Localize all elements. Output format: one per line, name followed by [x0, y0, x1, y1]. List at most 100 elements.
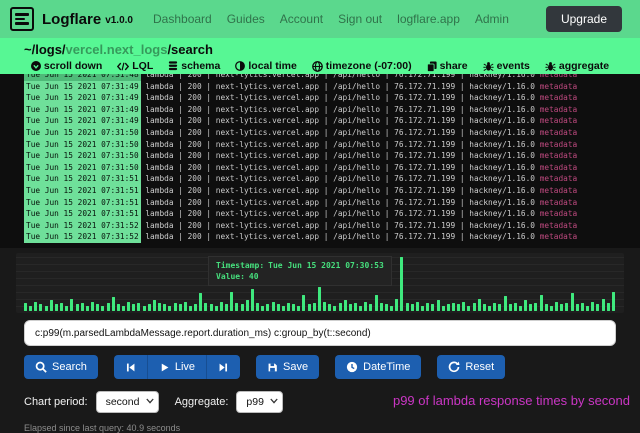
- metadata-link[interactable]: metadata: [540, 82, 578, 91]
- log-row[interactable]: Tue Jun 15 2021 07:31:49 lambda | 200 | …: [24, 92, 640, 104]
- chart-bar: [349, 304, 352, 311]
- chart-bar: [565, 303, 568, 311]
- log-row[interactable]: Tue Jun 15 2021 07:31:52 lambda | 200 | …: [24, 220, 640, 232]
- chart-bar: [534, 303, 537, 311]
- share-button[interactable]: share: [427, 60, 468, 72]
- chart-bar: [225, 304, 228, 311]
- scroll-down-toggle[interactable]: scroll down: [31, 60, 102, 72]
- reset-button[interactable]: Reset: [437, 355, 505, 379]
- metadata-link[interactable]: metadata: [540, 209, 578, 218]
- nav-sign-out[interactable]: Sign out: [338, 12, 382, 26]
- chart-bar: [168, 306, 171, 311]
- nav-dashboard[interactable]: Dashboard: [153, 12, 212, 26]
- metadata-link[interactable]: metadata: [540, 232, 578, 241]
- chart-bar: [519, 306, 522, 311]
- skip-start-icon: [125, 362, 136, 373]
- log-row[interactable]: Tue Jun 15 2021 07:31:50 lambda | 200 | …: [24, 127, 640, 139]
- scroll-down-icon: [31, 61, 41, 71]
- chart-bar: [369, 304, 372, 311]
- metadata-link[interactable]: metadata: [540, 74, 578, 79]
- live-button[interactable]: Live: [148, 355, 207, 379]
- log-row[interactable]: Tue Jun 15 2021 07:31:52 lambda | 200 | …: [24, 231, 640, 243]
- chart-bar: [411, 304, 414, 311]
- search-query-input[interactable]: [24, 320, 616, 346]
- log-row[interactable]: Tue Jun 15 2021 07:31:50 lambda | 200 | …: [24, 162, 640, 174]
- metadata-link[interactable]: metadata: [540, 186, 578, 195]
- search-button[interactable]: Search: [24, 355, 98, 379]
- nav-account[interactable]: Account: [280, 12, 323, 26]
- log-timestamp: Tue Jun 15 2021 07:31:48: [24, 74, 141, 81]
- log-event-list[interactable]: Tue Jun 15 2021 07:31:48 lambda | 200 | …: [0, 74, 640, 248]
- code-icon: [117, 62, 129, 71]
- chart-bar: [467, 306, 470, 311]
- aggregate-tab[interactable]: aggregate: [545, 60, 609, 72]
- log-row[interactable]: Tue Jun 15 2021 07:31:51 lambda | 200 | …: [24, 173, 640, 185]
- chart-bar: [576, 304, 579, 311]
- chart-bar: [431, 304, 434, 311]
- metadata-link[interactable]: metadata: [540, 140, 578, 149]
- chart-bar: [174, 303, 177, 311]
- breadcrumb: ~/logs/vercel.next_logs/search: [0, 41, 640, 58]
- metadata-link[interactable]: metadata: [540, 174, 578, 183]
- metadata-link[interactable]: metadata: [540, 105, 578, 114]
- aggregate-select[interactable]: p99: [236, 391, 283, 413]
- chart-period-select[interactable]: second: [96, 391, 159, 413]
- breadcrumb-search-link[interactable]: /search: [167, 42, 213, 57]
- log-message: lambda | 200 | next-lytics.vercel.app | …: [141, 174, 540, 183]
- metadata-link[interactable]: metadata: [540, 163, 578, 172]
- log-message: lambda | 200 | next-lytics.vercel.app | …: [141, 221, 540, 230]
- brand-title[interactable]: Logflare: [42, 11, 101, 28]
- log-row[interactable]: Tue Jun 15 2021 07:31:51 lambda | 200 | …: [24, 197, 640, 209]
- nav-guides[interactable]: Guides: [227, 12, 265, 26]
- chart-bar: [199, 293, 202, 311]
- datetime-button[interactable]: DateTime: [335, 355, 421, 379]
- save-button[interactable]: Save: [256, 355, 319, 379]
- chart-bar: [107, 303, 110, 311]
- chart-bar: [194, 304, 197, 311]
- log-row[interactable]: Tue Jun 15 2021 07:31:50 lambda | 200 | …: [24, 139, 640, 151]
- log-volume-chart[interactable]: Timestamp:Tue Jun 15 2021 07:30:53 Value…: [16, 253, 624, 313]
- chart-bar: [210, 304, 213, 311]
- step-backward-button[interactable]: [114, 355, 148, 379]
- log-row[interactable]: Tue Jun 15 2021 07:31:49 lambda | 200 | …: [24, 104, 640, 116]
- chart-bar: [452, 303, 455, 311]
- metadata-link[interactable]: metadata: [540, 151, 578, 160]
- lql-help[interactable]: LQL: [117, 60, 153, 72]
- chart-bar: [76, 304, 79, 311]
- chart-bar: [91, 302, 94, 311]
- log-row[interactable]: Tue Jun 15 2021 07:31:51 lambda | 200 | …: [24, 185, 640, 197]
- metadata-link[interactable]: metadata: [540, 93, 578, 102]
- chart-bar: [70, 299, 73, 311]
- metadata-link[interactable]: metadata: [540, 198, 578, 207]
- log-timestamp: Tue Jun 15 2021 07:31:51: [24, 208, 141, 220]
- log-row[interactable]: Tue Jun 15 2021 07:31:50 lambda | 200 | …: [24, 150, 640, 162]
- log-row[interactable]: Tue Jun 15 2021 07:31:51 lambda | 200 | …: [24, 208, 640, 220]
- breadcrumb-logs-link[interactable]: ~/logs/: [24, 42, 66, 57]
- chart-bar: [473, 303, 476, 311]
- refresh-icon: [448, 361, 460, 373]
- version-label: v1.0.0: [105, 15, 133, 26]
- breadcrumb-source-link[interactable]: vercel.next_logs: [66, 42, 168, 57]
- nav-admin[interactable]: Admin: [475, 12, 509, 26]
- chart-bar: [282, 306, 285, 311]
- log-row[interactable]: Tue Jun 15 2021 07:31:49 lambda | 200 | …: [24, 115, 640, 127]
- schema-link[interactable]: schema: [168, 60, 220, 72]
- log-row[interactable]: Tue Jun 15 2021 07:31:48 lambda | 200 | …: [24, 74, 640, 81]
- events-tab[interactable]: events: [483, 60, 530, 72]
- live-button-group: Live: [114, 355, 240, 379]
- timezone-toggle[interactable]: timezone (-07:00): [312, 60, 412, 72]
- chart-bar: [241, 304, 244, 311]
- log-row[interactable]: Tue Jun 15 2021 07:31:49 lambda | 200 | …: [24, 81, 640, 93]
- metadata-link[interactable]: metadata: [540, 128, 578, 137]
- upgrade-button[interactable]: Upgrade: [546, 6, 622, 32]
- metadata-link[interactable]: metadata: [540, 116, 578, 125]
- logflare-logo-icon[interactable]: [10, 7, 34, 31]
- chart-bar: [60, 303, 63, 311]
- local-time-toggle[interactable]: local time: [235, 60, 296, 72]
- step-forward-button[interactable]: [207, 355, 240, 379]
- chart-bar: [400, 257, 403, 311]
- nav-logflare-app[interactable]: logflare.app: [397, 12, 460, 26]
- chart-bar: [50, 300, 53, 311]
- chart-bar: [581, 303, 584, 311]
- metadata-link[interactable]: metadata: [540, 221, 578, 230]
